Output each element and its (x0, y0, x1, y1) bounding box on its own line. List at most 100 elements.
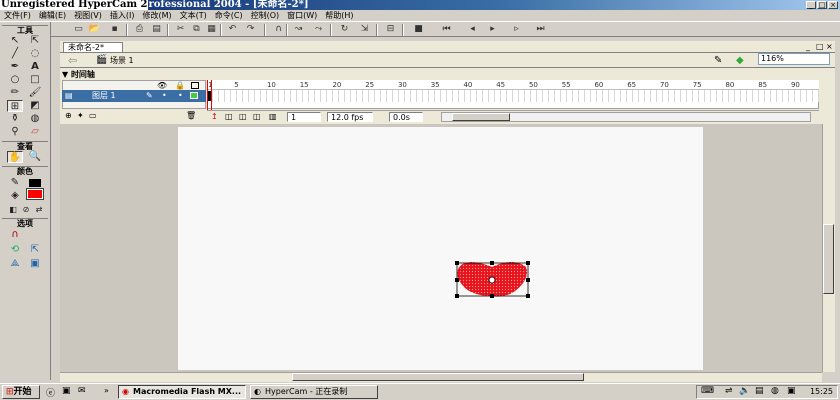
center-frame-icon[interactable]: ↥ (211, 112, 218, 121)
envelope-icon[interactable]: ▣ (27, 258, 43, 270)
snap-icon[interactable]: ∩ (272, 24, 285, 35)
paint-bucket-tool-icon[interactable]: ◍ (27, 113, 43, 125)
stage[interactable] (178, 127, 703, 370)
timeline-hscroll[interactable] (441, 112, 811, 122)
fast-forward-icon[interactable]: ⏭ (534, 24, 547, 35)
visible-dot-icon[interactable]: • (162, 90, 167, 102)
fill-transform-tool-icon[interactable]: ◩ (27, 100, 43, 112)
cut-icon[interactable]: ✂ (174, 24, 187, 35)
redo-icon[interactable]: ↷ (244, 24, 257, 35)
distort-icon[interactable]: ⟁ (7, 258, 23, 270)
transform-handle[interactable] (526, 294, 530, 298)
doc-restore-icon[interactable]: □ (816, 42, 824, 51)
paste-icon[interactable]: ▦ (205, 24, 218, 35)
open-folder-icon[interactable]: 📂 (88, 24, 101, 35)
menu-modify[interactable]: 修改(M) (138, 10, 175, 21)
network-icon[interactable]: ⇌ (725, 386, 733, 396)
onion-markers-icon[interactable]: ▥ (269, 112, 277, 121)
tray-app-icon[interactable]: ◍ (771, 386, 779, 396)
pen-tool-icon[interactable]: ✒ (7, 61, 23, 73)
menu-insert[interactable]: 插入(I) (106, 10, 139, 21)
ink-bottle-tool-icon[interactable]: ⚱ (7, 113, 23, 125)
volume-icon[interactable]: 🔈 (739, 386, 750, 396)
step-back-icon[interactable]: ◂ (466, 24, 479, 35)
free-transform-tool-icon[interactable]: ⊞ (7, 100, 23, 112)
snap-magnet-icon[interactable]: ∩ (7, 229, 23, 241)
rotate-icon[interactable]: ↻ (338, 24, 351, 35)
pencil-tool-icon[interactable]: ✏ (7, 87, 23, 99)
outlook-icon[interactable]: ✉ (78, 386, 86, 396)
new-file-icon[interactable]: ▭ (72, 24, 85, 35)
menu-edit[interactable]: 编辑(E) (35, 10, 70, 21)
rewind-icon[interactable]: ⏮ (440, 24, 453, 35)
save-icon[interactable]: ▪ (108, 24, 121, 35)
align-icon[interactable]: ⊟ (384, 24, 397, 35)
heart-shape-selection[interactable] (450, 258, 535, 303)
doc-close-icon[interactable]: × (826, 42, 833, 51)
stage-vscroll-thumb[interactable] (823, 224, 834, 294)
layer-row[interactable]: ▤ 图层 1 ✎ • • (62, 90, 206, 102)
add-folder-icon[interactable]: ▭ (89, 111, 97, 120)
edit-scene-icon[interactable]: ✎ (714, 55, 722, 66)
start-button[interactable]: ⊞开始 (2, 385, 40, 399)
brush-tool-icon[interactable]: 🖌 (27, 87, 43, 99)
onion-skin-icon[interactable]: ◫ (225, 112, 233, 121)
transform-handle[interactable] (526, 278, 530, 282)
ie-icon[interactable]: ⓔ (46, 386, 55, 399)
zoom-select[interactable]: 116% (758, 53, 830, 65)
scale-icon[interactable]: ⇲ (358, 24, 371, 35)
transform-handle[interactable] (455, 278, 459, 282)
frame-ruler[interactable]: 1 5 10 15 20 25 30 35 40 45 50 55 60 65 70 75 80 85 90 (207, 80, 819, 90)
oval-tool-icon[interactable]: ○ (7, 74, 23, 86)
transform-handle[interactable] (490, 261, 494, 265)
lock-icon[interactable]: 🔒 (175, 81, 185, 90)
onion-outline-icon[interactable]: ◫ (239, 112, 247, 121)
taskbar-hypercam-button[interactable]: ◐ HyperCam - 正在录制 (250, 385, 378, 399)
tray-app-icon[interactable]: ▤ (755, 386, 764, 396)
document-tab[interactable]: 未命名-2* (63, 42, 123, 52)
print-icon[interactable]: ⎙ (133, 24, 146, 35)
transform-handle[interactable] (455, 261, 459, 265)
layer-name[interactable]: 图层 1 (92, 90, 116, 102)
add-layer-icon[interactable]: ⊕ (65, 111, 72, 120)
swap-colors-icon[interactable]: ⇄ (31, 204, 47, 216)
stroke-color-swatch[interactable] (29, 179, 41, 187)
controller-icon[interactable]: ■ (412, 24, 425, 35)
doc-minimize-icon[interactable]: _ (806, 42, 810, 51)
layer-color-swatch[interactable] (190, 92, 198, 99)
stage-hscroll-thumb[interactable] (292, 373, 584, 381)
scene-label[interactable]: 场景 1 (110, 55, 134, 66)
back-arrow-icon[interactable]: ⇦ (68, 54, 77, 67)
eye-icon[interactable]: 👁 (157, 81, 167, 90)
rectangle-tool-icon[interactable]: □ (27, 74, 43, 86)
hand-tool-icon[interactable]: ✋ (7, 151, 23, 163)
subselect-tool-icon[interactable]: ⇱ (27, 35, 43, 47)
eyedropper-tool-icon[interactable]: ⚲ (7, 126, 23, 138)
keyboard-icon[interactable]: ⌨ (701, 386, 714, 396)
eraser-tool-icon[interactable]: ▱ (27, 126, 43, 138)
menu-window[interactable]: 窗口(W) (283, 10, 321, 21)
tray-app-icon[interactable]: ▣ (787, 386, 796, 396)
layer-frames[interactable] (207, 90, 819, 102)
undo-icon[interactable]: ↶ (226, 24, 239, 35)
menu-text[interactable]: 文本(T) (176, 10, 211, 21)
step-forward-icon[interactable]: ▹ (510, 24, 523, 35)
line-tool-icon[interactable]: ╱ (7, 48, 23, 60)
menu-view[interactable]: 视图(V) (70, 10, 106, 21)
transform-handle[interactable] (490, 294, 494, 298)
menu-control[interactable]: 控制(O) (247, 10, 284, 21)
transform-handle[interactable] (455, 294, 459, 298)
outline-icon[interactable] (191, 82, 199, 89)
zoom-tool-icon[interactable]: 🔍 (27, 151, 43, 163)
close-button[interactable]: × (828, 1, 838, 9)
play-icon[interactable]: ▸ (486, 24, 499, 35)
menu-commands[interactable]: 命令(C) (211, 10, 247, 21)
fill-color-swatch[interactable] (26, 188, 44, 200)
rotate-skew-icon[interactable]: ⟲ (7, 244, 23, 256)
text-tool-icon[interactable]: A (27, 61, 43, 73)
lock-dot-icon[interactable]: • (178, 90, 183, 102)
smooth-icon[interactable]: ↝ (292, 24, 305, 35)
straighten-icon[interactable]: ⤳ (312, 24, 325, 35)
transform-center-point[interactable] (488, 276, 496, 284)
menu-file[interactable]: 文件(F) (0, 10, 35, 21)
